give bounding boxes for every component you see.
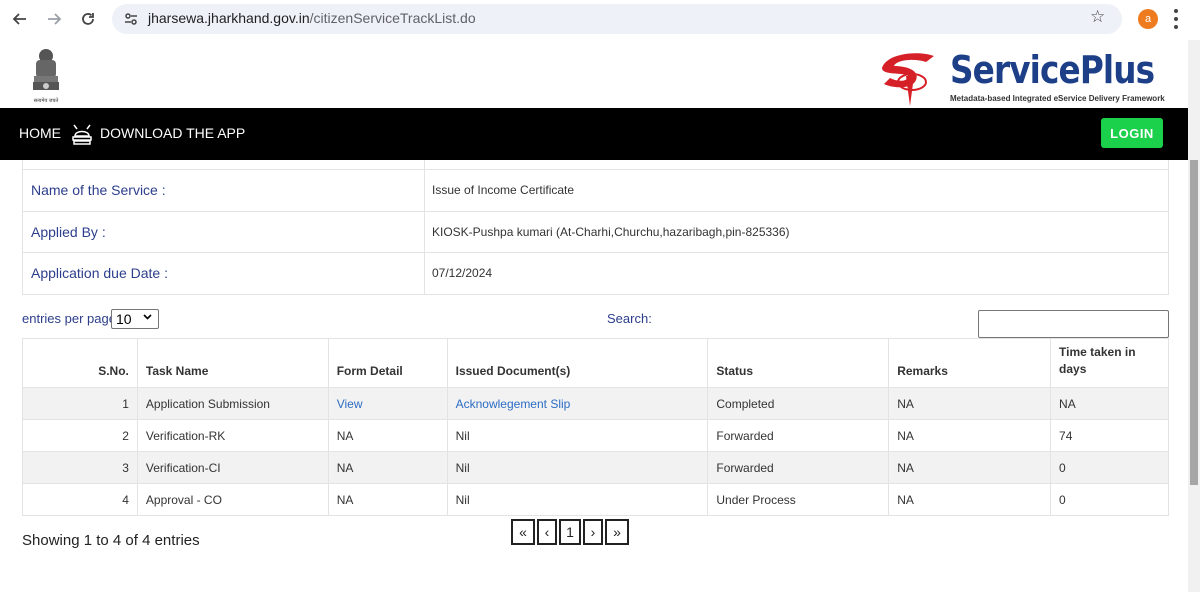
column-header-remarks[interactable]: Remarks: [888, 338, 1052, 388]
cell-status: Under Process: [707, 483, 890, 516]
search-label: Search:: [607, 311, 652, 326]
entries-per-page-select[interactable]: 10: [111, 309, 159, 329]
info-spacer-row: [22, 160, 1169, 170]
task-tracking-table: S.No. Task Name Form Detail Issued Docum…: [22, 338, 1169, 516]
site-header: सत्यमेव जयते ServicePlus Metadata-based …: [0, 40, 1188, 108]
page-scrollbar[interactable]: [1188, 40, 1200, 592]
svg-text:सत्यमेव जयते: सत्यमेव जयते: [34, 97, 59, 104]
site-settings-icon[interactable]: [122, 10, 140, 28]
pagination: « ‹ 1 › »: [511, 519, 631, 545]
cell-task-name: Verification-CI: [136, 451, 329, 484]
column-header-issued-documents[interactable]: Issued Document(s): [446, 338, 709, 388]
cell-status: Forwarded: [707, 451, 890, 484]
serviceplus-mark-icon: [882, 53, 934, 106]
address-bar[interactable]: jharsewa.jharkhand.gov.in/citizenService…: [112, 4, 1122, 34]
nav-home-link[interactable]: HOME: [19, 125, 61, 141]
table-row: 2 Verification-RK NA Nil Forwarded NA 74: [22, 419, 1169, 452]
cell-remarks: NA: [888, 483, 1052, 516]
pager-prev-button[interactable]: ‹: [537, 519, 557, 545]
cell-time-taken: 0: [1050, 451, 1169, 484]
pager-next-button[interactable]: ›: [583, 519, 603, 545]
entries-summary: Showing 1 to 4 of 4 entries: [22, 532, 200, 549]
login-button[interactable]: LOGIN: [1101, 118, 1163, 148]
cell-status: Forwarded: [707, 419, 890, 452]
browser-toolbar: jharsewa.jharkhand.gov.in/citizenService…: [0, 0, 1200, 40]
entries-per-page-label: entries per page: [22, 311, 116, 326]
table-row: 3 Verification-CI NA Nil Forwarded NA 0: [22, 451, 1169, 484]
cell-sno: 4: [22, 483, 138, 516]
view-form-link[interactable]: View: [327, 387, 448, 420]
info-row: Application due Date : 07/12/2024: [22, 251, 1169, 295]
url-text: jharsewa.jharkhand.gov.in/citizenService…: [148, 10, 476, 26]
cell-task-name: Verification-RK: [136, 419, 329, 452]
info-label: Applied By :: [22, 210, 425, 253]
cell-status: Completed: [707, 387, 890, 420]
cell-issued-document: Nil: [446, 451, 709, 484]
cell-sno: 2: [22, 419, 138, 452]
cell-form-detail: NA: [327, 483, 448, 516]
column-header-status[interactable]: Status: [707, 338, 890, 388]
cell-sno: 1: [22, 387, 138, 420]
info-row: Applied By : KIOSK-Pushpa kumari (At-Cha…: [22, 210, 1169, 253]
profile-avatar[interactable]: a: [1138, 9, 1158, 29]
cell-form-detail: NA: [327, 451, 448, 484]
cell-issued-document: Nil: [446, 419, 709, 452]
download-app-icon[interactable]: [70, 122, 94, 146]
entries-per-page-value: 10: [116, 311, 132, 327]
cell-task-name: Approval - CO: [136, 483, 329, 516]
cell-remarks: NA: [888, 387, 1052, 420]
pager-last-button[interactable]: »: [605, 519, 629, 545]
forward-icon[interactable]: [43, 8, 65, 30]
cell-form-detail: NA: [327, 419, 448, 452]
nav-download-app-link[interactable]: DOWNLOAD THE APP: [100, 125, 245, 141]
column-header-task-name[interactable]: Task Name: [136, 338, 329, 388]
scrollbar-thumb[interactable]: [1190, 160, 1198, 485]
cell-time-taken: 74: [1050, 419, 1169, 452]
info-value: 07/12/2024: [424, 251, 1169, 295]
pager-page-1-button[interactable]: 1: [559, 519, 581, 545]
cell-task-name: Application Submission: [136, 387, 329, 420]
national-emblem-icon: सत्यमेव जयते: [33, 49, 59, 104]
search-input[interactable]: [978, 310, 1169, 338]
info-value: Issue of Income Certificate: [424, 168, 1169, 212]
info-value: KIOSK-Pushpa kumari (At-Charhi,Churchu,h…: [424, 210, 1169, 253]
cell-sno: 3: [22, 451, 138, 484]
column-header-form-detail[interactable]: Form Detail: [327, 338, 448, 388]
cell-remarks: NA: [888, 419, 1052, 452]
cell-issued-document: Nil: [446, 483, 709, 516]
info-label: Application due Date :: [22, 251, 425, 295]
table-row: 4 Approval - CO NA Nil Under Process NA …: [22, 483, 1169, 516]
cell-time-taken: 0: [1050, 483, 1169, 516]
column-header-time-taken[interactable]: Time taken in days: [1050, 338, 1169, 388]
chevron-down-icon: [142, 311, 153, 325]
cell-remarks: NA: [888, 451, 1052, 484]
table-header-row: S.No. Task Name Form Detail Issued Docum…: [22, 338, 1169, 388]
reload-icon[interactable]: [77, 8, 99, 30]
info-row: Name of the Service : Issue of Income Ce…: [22, 168, 1169, 212]
main-navbar: HOME DOWNLOAD THE APP LOGIN: [0, 108, 1188, 160]
info-label: Name of the Service :: [22, 168, 425, 212]
column-header-sno[interactable]: S.No.: [22, 338, 138, 388]
table-row: 1 Application Submission View Acknowlege…: [22, 387, 1169, 420]
application-info-table: Name of the Service : Issue of Income Ce…: [22, 160, 1169, 295]
brand-tagline: Metadata-based Integrated eService Deliv…: [950, 94, 1165, 103]
serviceplus-logo: ServicePlus Metadata-based Integrated eS…: [876, 46, 1166, 106]
bookmark-star-icon[interactable]: ☆: [1090, 7, 1105, 27]
browser-menu-icon[interactable]: [1174, 9, 1178, 29]
brand-name: ServicePlus: [950, 48, 1155, 92]
cell-time-taken: NA: [1050, 387, 1169, 420]
back-icon[interactable]: [9, 8, 31, 30]
pager-first-button[interactable]: «: [511, 519, 535, 545]
acknowledgement-slip-link[interactable]: Acknowlegement Slip: [446, 387, 709, 420]
